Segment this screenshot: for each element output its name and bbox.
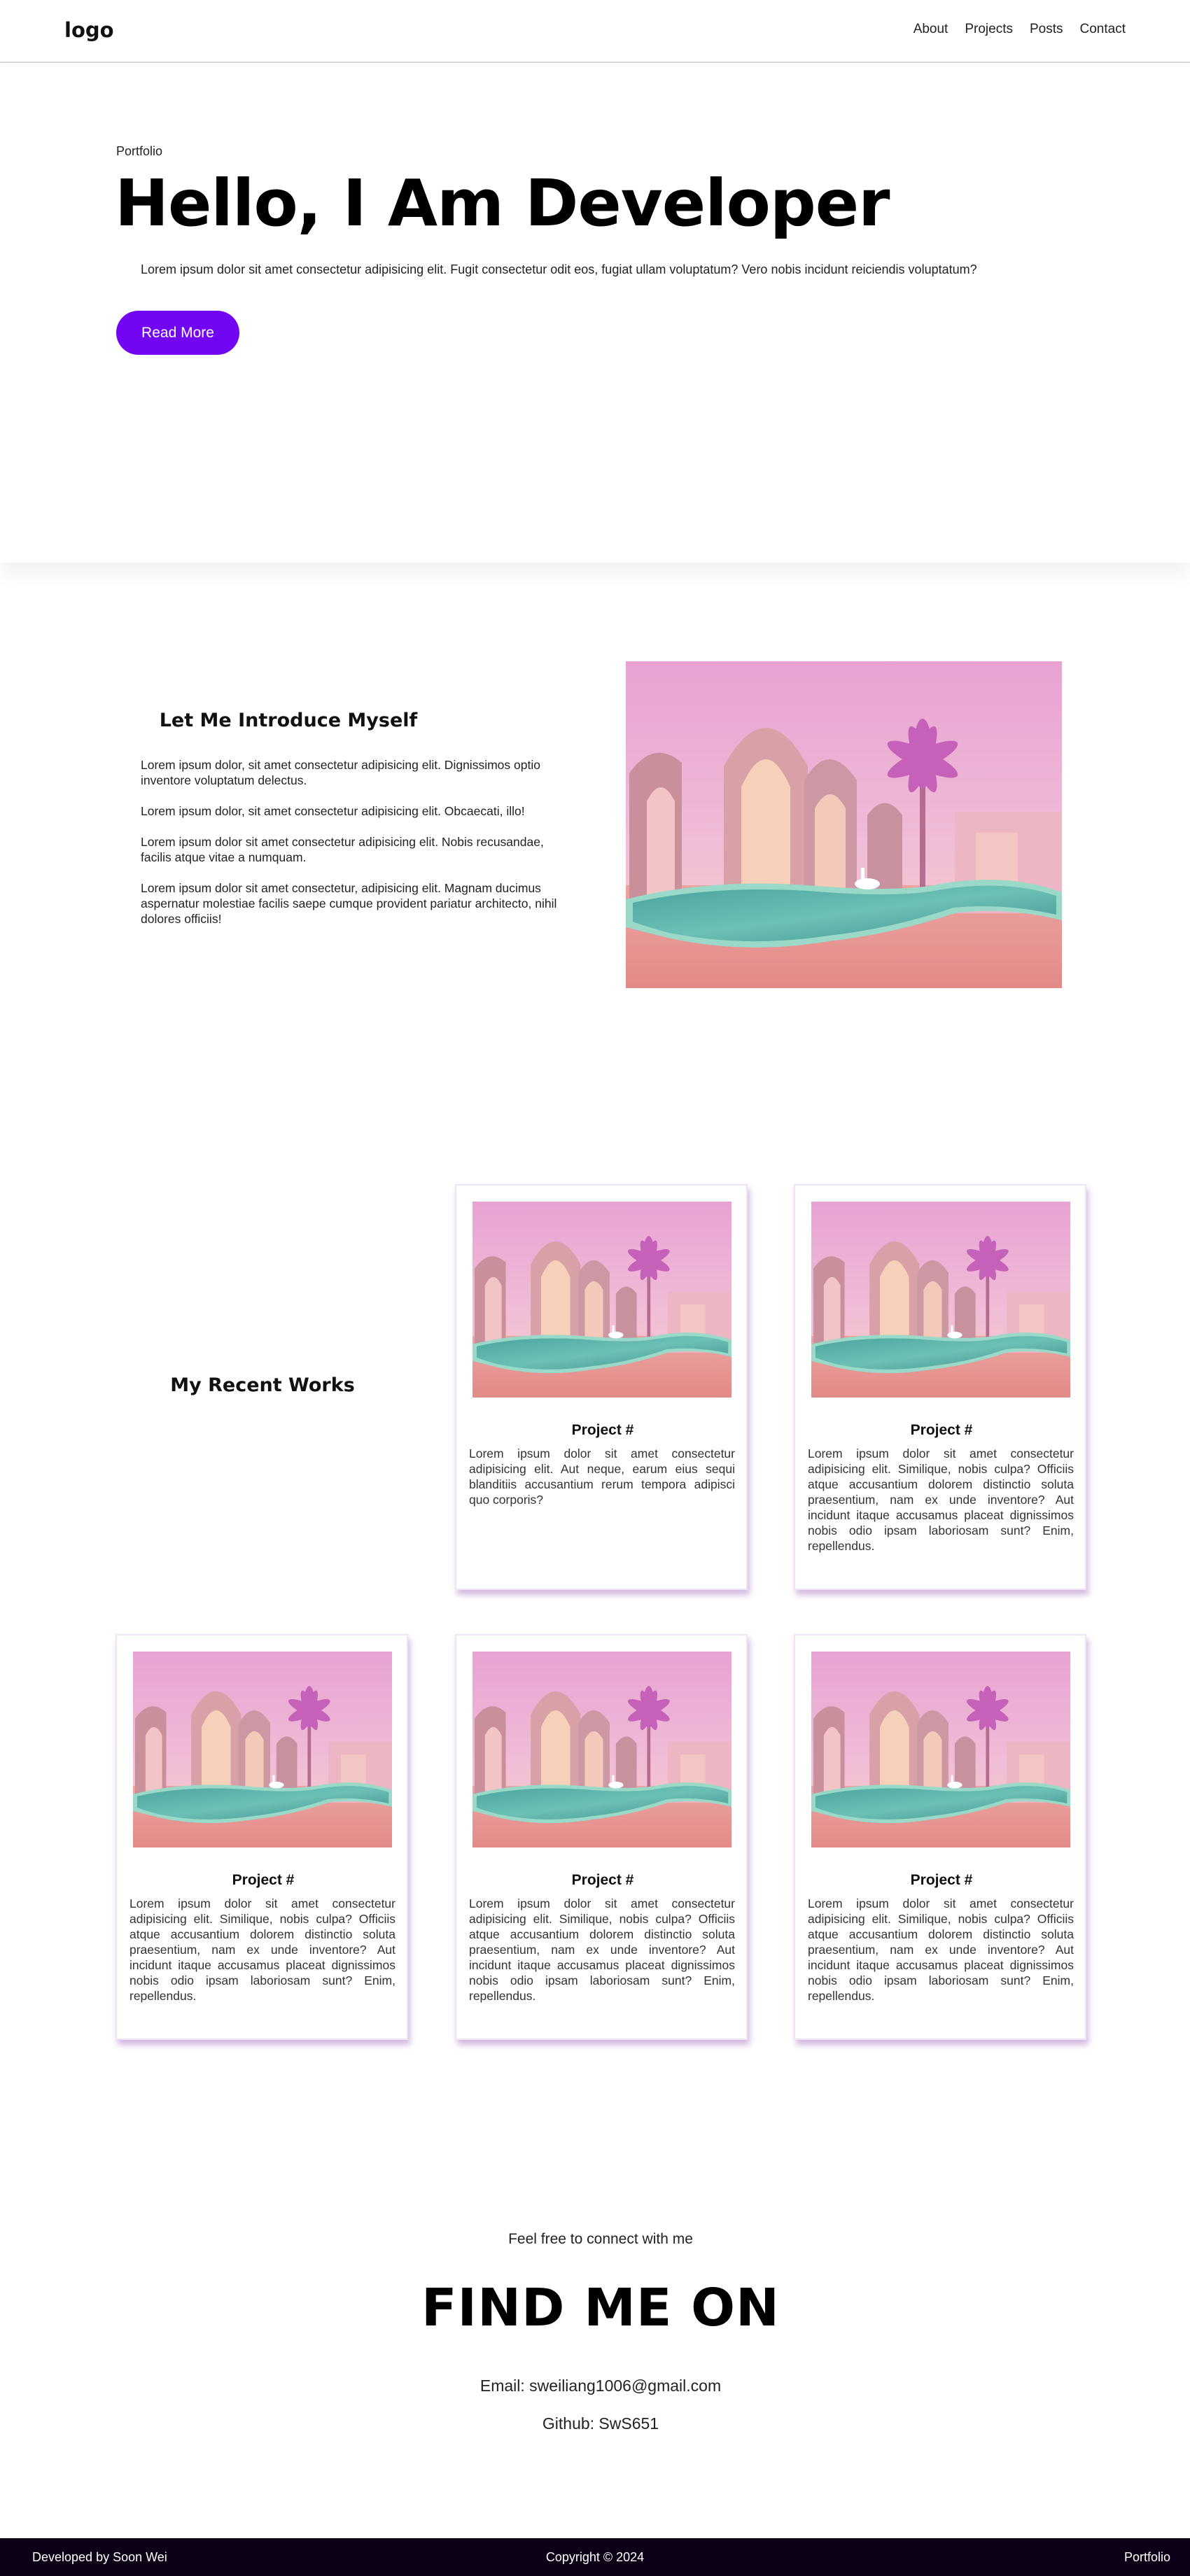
- about-paragraph: Lorem ipsum dolor sit amet consectetur, …: [141, 881, 557, 926]
- project-card[interactable]: Project # Lorem ipsum dolor sit amet con…: [455, 1184, 748, 1590]
- project-title: Project #: [910, 1872, 973, 1888]
- project-card[interactable]: Project # Lorem ipsum dolor sit amet con…: [115, 1634, 408, 2040]
- project-title: Project #: [232, 1872, 295, 1888]
- contact-title: FIND ME ON: [421, 2278, 780, 2338]
- footer: Developed by Soon Wei Copyright © 2024 P…: [0, 2538, 1190, 2576]
- works-title: My Recent Works: [170, 1374, 355, 1396]
- project-image: [811, 1202, 1070, 1398]
- hero-kicker: Portfolio: [116, 144, 163, 158]
- about-paragraph: Lorem ipsum dolor, sit amet consectetur …: [141, 804, 525, 818]
- project-description: Lorem ipsum dolor sit amet consectetur a…: [808, 1896, 1074, 2003]
- site-logo[interactable]: logo: [64, 18, 114, 42]
- project-card[interactable]: Project # Lorem ipsum dolor sit amet con…: [455, 1634, 748, 2040]
- hero-title: Hello, I Am Developer: [115, 166, 890, 241]
- top-navbar: logo About Projects Posts Contact: [0, 0, 1190, 63]
- project-title: Project #: [910, 1422, 973, 1438]
- project-description: Lorem ipsum dolor sit amet consectetur a…: [469, 1896, 735, 2003]
- about-paragraphs: Lorem ipsum dolor, sit amet consectetur …: [141, 757, 575, 942]
- contact-intro: Feel free to connect with me: [508, 2231, 693, 2247]
- project-image: [811, 1652, 1070, 1847]
- nav-link-posts[interactable]: Posts: [1030, 22, 1063, 37]
- nav-link-projects[interactable]: Projects: [965, 22, 1013, 37]
- project-image: [133, 1652, 392, 1847]
- project-description: Lorem ipsum dolor sit amet consectetur a…: [130, 1896, 396, 2003]
- nav-link-contact[interactable]: Contact: [1080, 22, 1126, 37]
- contact-github[interactable]: Github: SwS651: [0, 2414, 1190, 2433]
- project-image: [472, 1652, 732, 1847]
- footer-copyright: Copyright © 2024: [545, 2550, 645, 2564]
- footer-portfolio-label: Portfolio: [1124, 2550, 1170, 2564]
- project-card[interactable]: Project # Lorem ipsum dolor sit amet con…: [794, 1634, 1086, 2040]
- nav-link-about[interactable]: About: [913, 22, 948, 37]
- about-paragraph: Lorem ipsum dolor sit amet consectetur a…: [141, 835, 544, 864]
- hero-description: Lorem ipsum dolor sit amet consectetur a…: [141, 262, 977, 276]
- project-title: Project #: [571, 1872, 634, 1888]
- project-card[interactable]: Project # Lorem ipsum dolor sit amet con…: [794, 1184, 1086, 1590]
- project-description: Lorem ipsum dolor sit amet consectetur a…: [469, 1447, 735, 1507]
- project-title: Project #: [571, 1422, 634, 1438]
- about-image: [626, 661, 1062, 988]
- project-description: Lorem ipsum dolor sit amet consectetur a…: [808, 1447, 1074, 1553]
- project-image: [472, 1202, 732, 1398]
- contact-email[interactable]: Email: sweiliang1006@gmail.com: [0, 2377, 1190, 2395]
- nav-links: About Projects Posts Contact: [913, 22, 1126, 37]
- about-paragraph: Lorem ipsum dolor, sit amet consectetur …: [141, 758, 540, 787]
- about-title: Let Me Introduce Myself: [159, 710, 418, 731]
- read-more-button[interactable]: Read More: [116, 311, 239, 355]
